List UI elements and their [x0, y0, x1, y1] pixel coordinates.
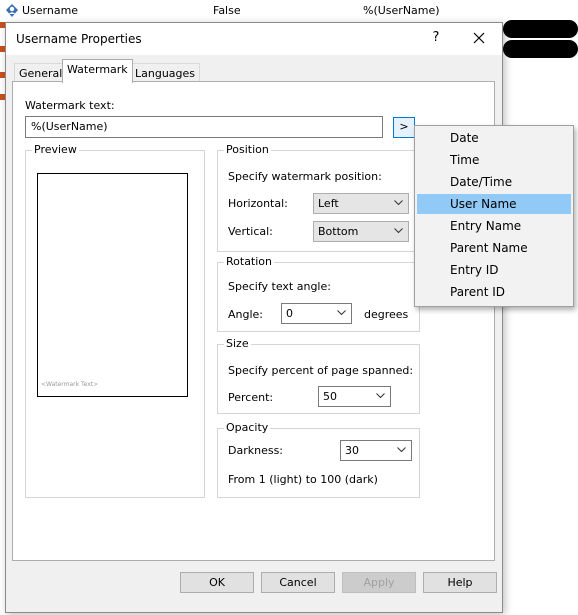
token-menu: Date Time Date/Time User Name Entry Name… — [414, 125, 574, 307]
size-instruction: Specify percent of page spanned: — [228, 364, 414, 377]
percent-label: Percent: — [228, 391, 274, 404]
watermark-text-input[interactable]: %(UserName) — [25, 116, 383, 138]
vertical-select[interactable]: Bottom — [313, 221, 409, 242]
dialog-title: Username Properties — [16, 32, 142, 46]
username-properties-dialog: Username Properties ? General Watermark … — [5, 22, 503, 613]
row-expression: %(UserName) — [363, 4, 440, 17]
tab-general[interactable]: General — [14, 63, 68, 83]
vertical-label: Vertical: — [228, 225, 273, 238]
insert-token-button[interactable]: > — [393, 117, 415, 138]
menu-item-time[interactable]: Time — [417, 150, 571, 170]
title-bar[interactable]: Username Properties ? — [6, 23, 502, 55]
redaction-mark — [503, 20, 578, 38]
ok-button[interactable]: OK — [180, 572, 254, 593]
position-instruction: Specify watermark position: — [228, 170, 382, 183]
menu-item-parent-id[interactable]: Parent ID — [417, 282, 571, 302]
angle-unit: degrees — [364, 308, 409, 321]
chevron-down-icon — [337, 310, 346, 316]
watermark-placeholder: <Watermark Text> — [41, 381, 99, 388]
row-name: Username — [22, 4, 79, 17]
redaction-mark — [503, 40, 578, 58]
angle-select[interactable]: 0 — [281, 303, 352, 324]
horizontal-select[interactable]: Left — [313, 193, 409, 214]
menu-item-parent-name[interactable]: Parent Name — [417, 238, 571, 258]
menu-item-entry-name[interactable]: Entry Name — [417, 216, 571, 236]
percent-value: 50 — [323, 390, 337, 403]
tab-watermark[interactable]: Watermark — [62, 59, 133, 83]
tab-label: General — [19, 67, 63, 80]
rotation-title: Rotation — [224, 255, 275, 268]
darkness-select[interactable]: 30 — [340, 440, 412, 461]
darkness-range-note: From 1 (light) to 100 (dark) — [228, 473, 378, 486]
tab-label: Languages — [135, 67, 196, 80]
angle-label: Angle: — [228, 308, 264, 321]
tab-label: Watermark — [67, 63, 128, 76]
cancel-button[interactable]: Cancel — [261, 572, 335, 593]
position-title: Position — [224, 143, 271, 156]
vertical-value: Bottom — [318, 225, 359, 238]
rotation-instruction: Specify text angle: — [228, 280, 331, 293]
percent-select[interactable]: 50 — [318, 386, 391, 407]
close-icon[interactable] — [468, 27, 490, 49]
apply-button[interactable]: Apply — [342, 572, 416, 593]
help-icon[interactable]: ? — [425, 27, 447, 49]
rotation-group: Rotation Specify text angle: Angle: 0 de… — [217, 255, 420, 332]
chevron-down-icon — [376, 393, 385, 399]
preview-title: Preview — [32, 143, 79, 156]
menu-item-date[interactable]: Date — [417, 128, 571, 148]
horizontal-value: Left — [318, 197, 339, 210]
menu-item-entry-id[interactable]: Entry ID — [417, 260, 571, 280]
user-field-icon — [6, 4, 18, 17]
menu-item-date-time[interactable]: Date/Time — [417, 172, 571, 192]
size-group: Size Specify percent of page spanned: Pe… — [217, 337, 420, 414]
preview-group: Preview <Watermark Text> — [25, 143, 205, 498]
watermark-text-label: Watermark text: — [25, 99, 115, 112]
tab-languages[interactable]: Languages — [130, 63, 201, 83]
chevron-down-icon — [397, 447, 406, 453]
position-group: Position Specify watermark position: Hor… — [217, 143, 420, 252]
preview-page: <Watermark Text> — [37, 173, 188, 397]
darkness-value: 30 — [345, 444, 359, 457]
horizontal-label: Horizontal: — [228, 197, 288, 210]
angle-value: 0 — [286, 307, 293, 320]
size-title: Size — [224, 337, 251, 350]
help-button[interactable]: Help — [423, 572, 497, 593]
opacity-title: Opacity — [224, 421, 271, 434]
opacity-group: Opacity Darkness: 30 From 1 (light) to 1… — [217, 421, 420, 498]
menu-item-user-name[interactable]: User Name — [417, 194, 571, 214]
darkness-label: Darkness: — [228, 444, 284, 457]
chevron-down-icon — [394, 200, 403, 206]
chevron-down-icon — [394, 228, 403, 234]
background-list-row[interactable]: Username False %(UserName) — [0, 0, 578, 22]
row-value: False — [213, 4, 241, 17]
